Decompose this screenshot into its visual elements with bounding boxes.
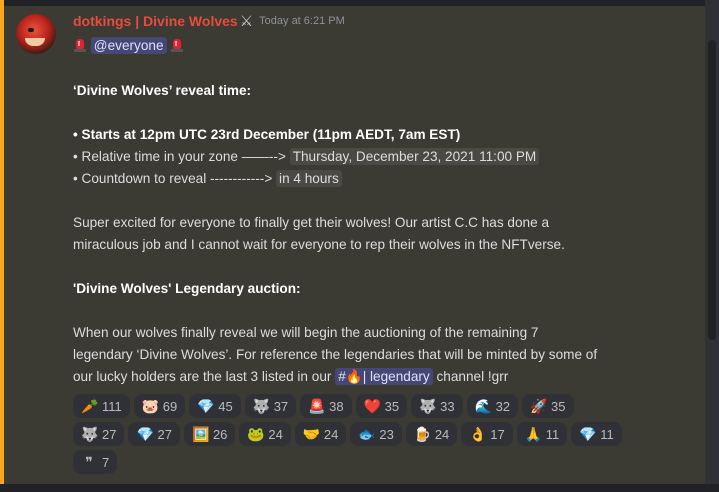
relative-time-line: • Relative time in your zone ——--> Thurs…: [73, 146, 540, 168]
reaction-count: 24: [268, 426, 283, 442]
reaction-count: 45: [218, 398, 233, 414]
paragraph-1-line-2: miraculous job and I cannot wait for eve…: [73, 237, 565, 252]
quote-icon: ❞: [85, 453, 93, 470]
avatar-eye: [28, 28, 34, 32]
scrollbar-track[interactable]: [705, 0, 719, 492]
username[interactable]: dotkings | Divine Wolves: [73, 13, 238, 29]
paragraph-2-line-3-start: our lucky holders are the last 3 listed …: [73, 369, 332, 384]
channel-mention-legendary[interactable]: #🔥| legendary: [335, 368, 433, 385]
reaction-heart[interactable]: ❤️ 35: [355, 394, 408, 418]
reaction-wolf-blue[interactable]: 🐺 27: [73, 422, 125, 446]
mention-highlight-bar: [0, 0, 4, 492]
wolf-dark-icon: 🐺: [419, 397, 437, 414]
countdown-value[interactable]: in 4 hours: [276, 170, 342, 187]
bottom-edge: [0, 484, 719, 492]
diamond-icon: 💎: [579, 425, 597, 442]
frog-icon: 🐸: [247, 425, 265, 442]
wolf-icon: 🐺: [252, 397, 271, 414]
reaction-pray[interactable]: 🙏 11: [516, 422, 568, 446]
countdown-line: • Countdown to reveal ------------> in 4…: [73, 168, 342, 190]
reaction-count: 11: [600, 426, 614, 442]
paragraph-1-line-1: Super excited for everyone to finally ge…: [73, 215, 550, 230]
reaction-count: 69: [162, 398, 178, 414]
reaction-diamond-small[interactable]: 💎 27: [128, 422, 180, 446]
reaction-count: 33: [440, 398, 455, 414]
message-timestamp: Today at 6:21 PM: [259, 15, 345, 27]
fish-icon: 🐟: [358, 425, 376, 442]
wolf-blue-icon: 🐺: [81, 425, 99, 442]
reaction-count: 27: [157, 426, 172, 442]
reaction-count: 111: [102, 398, 122, 414]
reaction-rocket[interactable]: 🚀 35: [522, 394, 574, 418]
reaction-frog[interactable]: 🐸 24: [239, 422, 291, 446]
reaction-count: 37: [273, 398, 289, 414]
scrollbar-thumb[interactable]: [708, 40, 716, 340]
reaction-count: 38: [329, 398, 344, 414]
reaction-count: 24: [323, 426, 339, 442]
reaction-beer[interactable]: 🍺 24: [405, 422, 458, 446]
relative-time-label: • Relative time in your zone ——-->: [73, 149, 286, 164]
user-avatar[interactable]: [16, 14, 56, 54]
reaction-wave[interactable]: 🌊 32: [466, 394, 519, 418]
reaction-row: 🥕 111 🐷 69 💎 45 🐺 37 🚨 38 ❤️ 35 🐺 33 🌊 32 🚀 35: [73, 394, 673, 418]
reaction-wolf-dark[interactable]: 🐺 33: [411, 394, 463, 418]
handshake-icon: 🤝: [302, 425, 321, 442]
reaction-count: 7: [102, 454, 110, 470]
reaction-row: 🐺 27 💎 27 🖼️ 26 🐸 24 🤝 24 🐟 23 🍺 24 👌 17 🙏 11 💎 11: [73, 422, 673, 446]
paragraph-2-line-1: When our wolves finally reveal we will b…: [73, 325, 539, 340]
paragraph-2-line-3: our lucky holders are the last 3 listed …: [73, 366, 508, 388]
carrot-icon: 🥕: [81, 397, 99, 414]
reaction-ok-hand[interactable]: 👌 17: [461, 422, 513, 446]
reaction-count: 27: [102, 426, 117, 442]
reaction-row: ❞ 7: [73, 450, 673, 474]
rocket-icon: 🚀: [530, 397, 548, 414]
wave-icon: 🌊: [474, 397, 493, 414]
reactions-bar: 🥕 111 🐷 69 💎 45 🐺 37 🚨 38 ❤️ 35 🐺 33 🌊 32 🚀 35 🐺 27 💎 27 🖼️ 26 🐸…: [73, 394, 673, 478]
pray-icon: 🙏: [524, 425, 543, 442]
reaction-count: 11: [545, 426, 560, 442]
reaction-fish[interactable]: 🐟 23: [350, 422, 402, 446]
reaction-count: 32: [495, 398, 511, 414]
reaction-count: 35: [384, 398, 400, 414]
reveal-heading: ‘Divine Wolves’ reveal time:: [73, 83, 252, 98]
crossed-swords-icon: ⚔: [239, 13, 254, 30]
reaction-green-gem[interactable]: 💎 45: [189, 394, 241, 418]
everyone-mention[interactable]: @everyone: [90, 37, 167, 54]
reaction-carrot[interactable]: 🥕 111: [73, 394, 130, 418]
countdown-label: • Countdown to reveal ------------>: [73, 171, 273, 186]
reaction-diamond[interactable]: 💎 11: [571, 422, 622, 446]
frame-icon: 🖼️: [191, 425, 210, 442]
reaction-count: 24: [434, 426, 450, 442]
beer-icon: 🍺: [413, 425, 432, 442]
mention-line: @everyone: [73, 35, 184, 57]
heart-icon: ❤️: [363, 397, 382, 414]
reaction-count: 35: [551, 398, 566, 414]
reaction-pig[interactable]: 🐷 69: [133, 394, 186, 418]
reaction-siren[interactable]: 🚨 38: [300, 394, 352, 418]
paragraph-2-line-3-end: channel !grr: [436, 369, 509, 384]
pig-icon: 🐷: [141, 397, 160, 414]
reaction-count: 17: [490, 426, 505, 442]
avatar-jaw: [25, 38, 45, 46]
message-header: dotkings | Divine Wolves ⚔ Today at 6:21…: [73, 11, 345, 31]
siren-icon: [73, 37, 87, 53]
reaction-frame[interactable]: 🖼️ 26: [183, 422, 236, 446]
reaction-count: 26: [212, 426, 228, 442]
reaction-handshake[interactable]: 🤝 24: [294, 422, 347, 446]
reaction-quote[interactable]: ❞ 7: [73, 450, 118, 474]
starts-line: • Starts at 12pm UTC 23rd December (11pm…: [73, 127, 461, 142]
siren-icon: 🚨: [308, 397, 326, 414]
relative-time-value[interactable]: Thursday, December 23, 2021 11:00 PM: [289, 148, 540, 165]
diamond-small-icon: 💎: [136, 425, 154, 442]
reaction-wolf[interactable]: 🐺 37: [244, 394, 297, 418]
green-gem-icon: 💎: [197, 397, 215, 414]
ok-hand-icon: 👌: [469, 425, 487, 442]
auction-heading: 'Divine Wolves' Legendary auction:: [73, 281, 301, 296]
siren-icon: [170, 37, 184, 53]
reaction-count: 23: [379, 426, 394, 442]
paragraph-2-line-2: legendary ‘Divine Wolves’. For reference…: [73, 347, 598, 362]
